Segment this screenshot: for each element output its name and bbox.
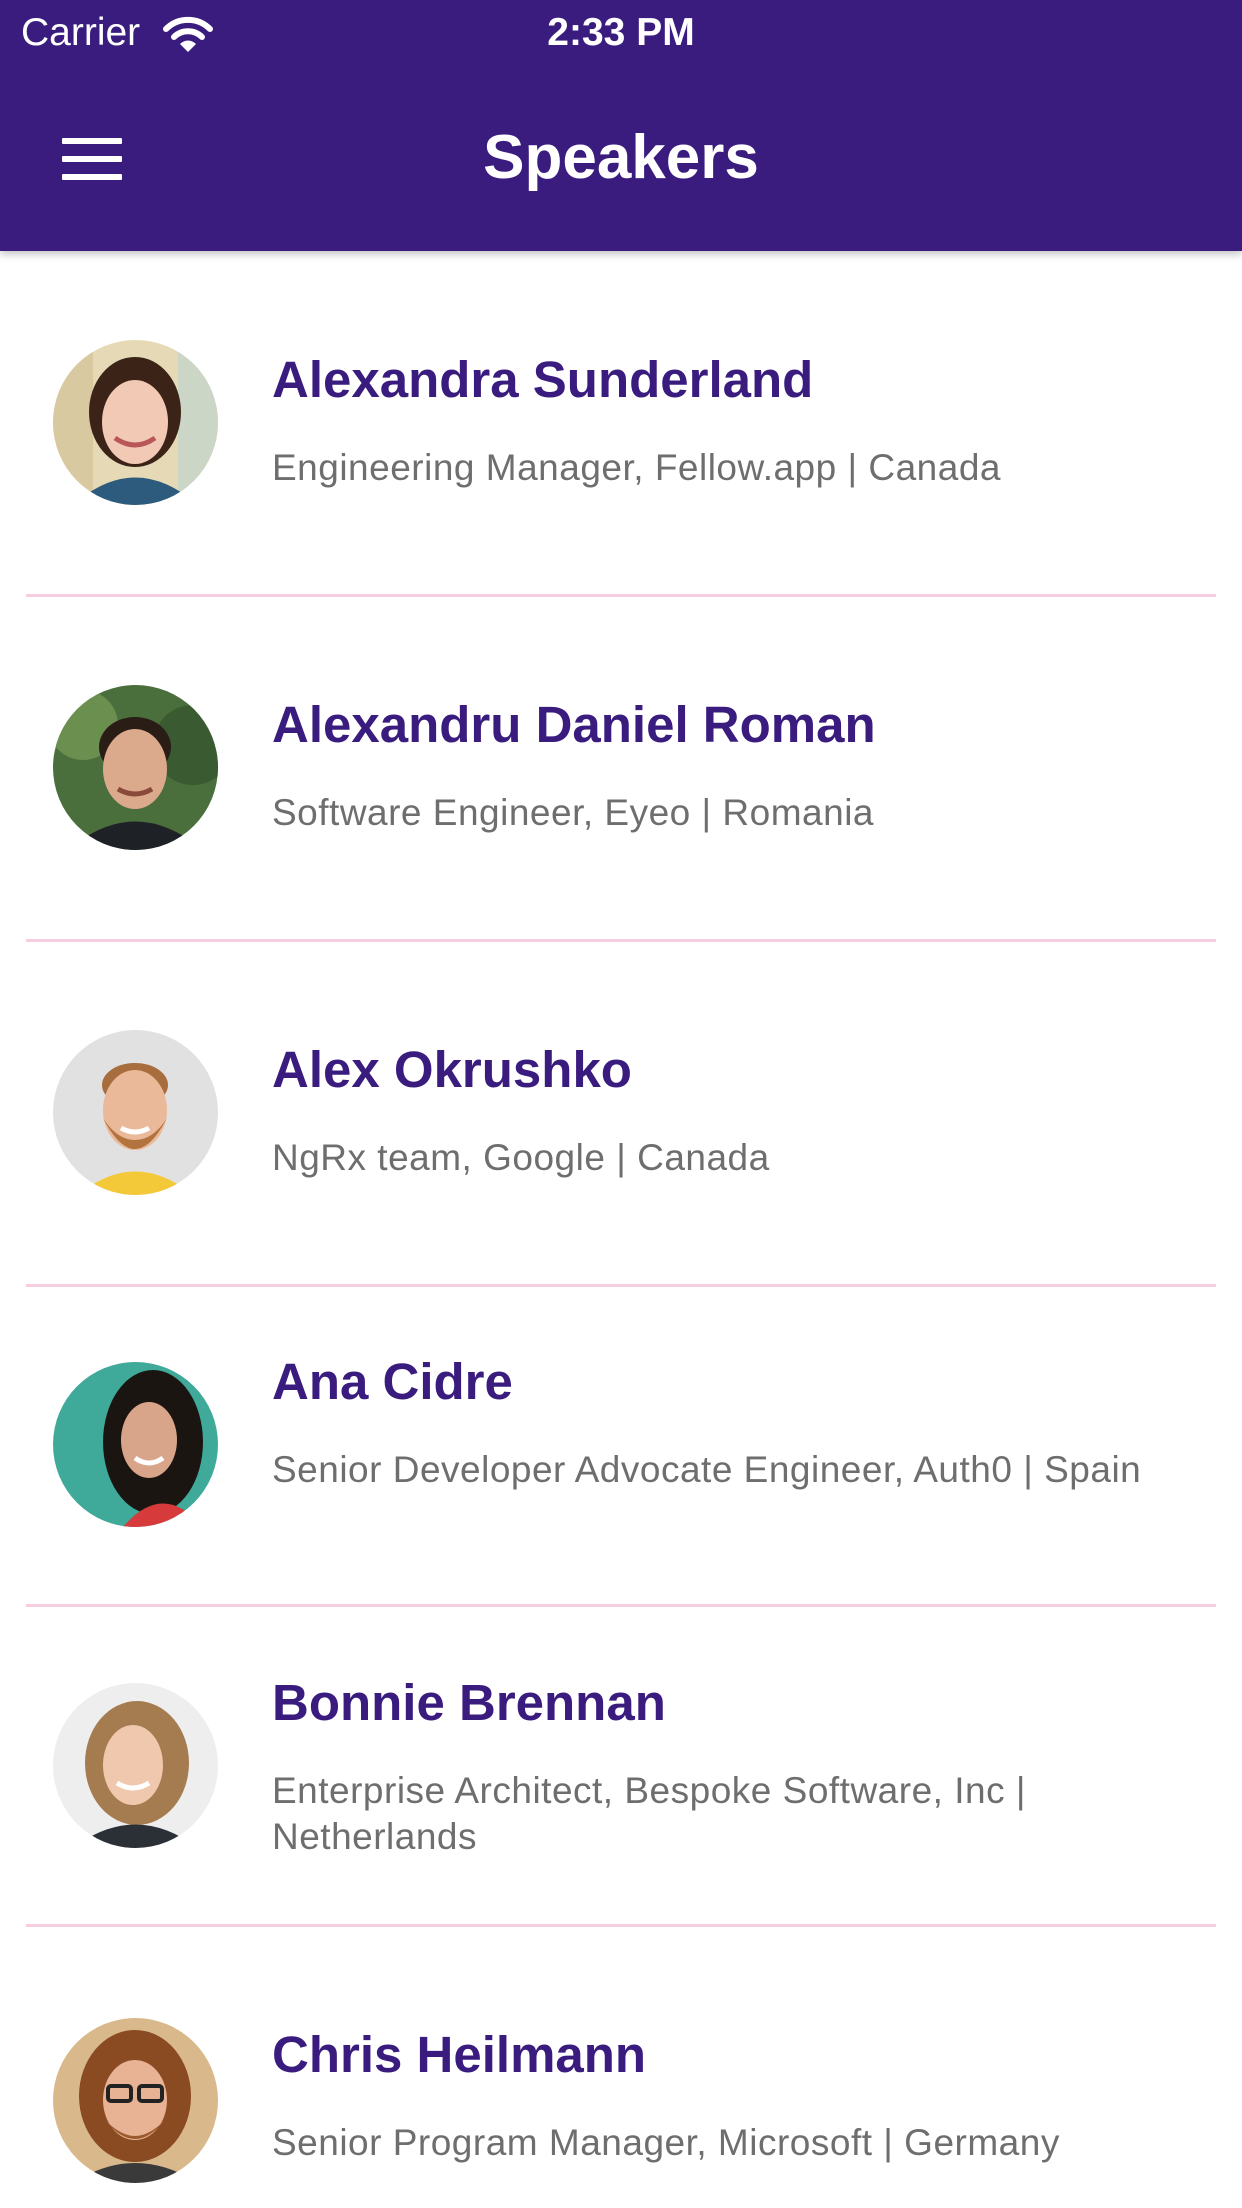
app-screen: Carrier 2:33 PM Speakers Alexandra Sunde… <box>0 0 1242 2208</box>
status-bar: Carrier 2:33 PM <box>0 0 1242 66</box>
speaker-subtitle: NgRx team, Google | Canada <box>272 1137 770 1178</box>
speaker-list-item[interactable]: Ana Cidre Senior Developer Advocate Engi… <box>0 1286 1242 1606</box>
speaker-name: Alexandru Daniel Roman <box>272 696 876 753</box>
speaker-list-item[interactable]: Alex Okrushko NgRx team, Google | Canada <box>0 941 1242 1286</box>
speaker-list-item[interactable]: Bonnie Brennan Enterprise Architect, Bes… <box>0 1606 1242 1926</box>
speaker-avatar <box>53 1362 218 1527</box>
speaker-name: Alex Okrushko <box>272 1041 632 1098</box>
speaker-avatar <box>53 1030 218 1195</box>
speaker-subtitle: Enterprise Architect, Bespoke Software, … <box>272 1770 1026 1857</box>
page-title: Speakers <box>483 123 759 192</box>
speaker-name: Alexandra Sunderland <box>272 351 814 408</box>
status-time: 2:33 PM <box>547 11 695 54</box>
speaker-avatar <box>53 1683 218 1848</box>
speaker-list-item[interactable]: Chris Heilmann Senior Program Manager, M… <box>0 1926 1242 2208</box>
speaker-subtitle: Senior Program Manager, Microsoft | Germ… <box>272 2122 1060 2163</box>
speaker-list-item[interactable]: Alexandru Daniel Roman Software Engineer… <box>0 596 1242 941</box>
speaker-avatar <box>53 2018 218 2183</box>
speaker-name: Chris Heilmann <box>272 2026 647 2083</box>
speaker-avatar <box>53 685 218 850</box>
app-header: Carrier 2:33 PM Speakers <box>0 0 1242 251</box>
speaker-list-item[interactable]: Alexandra Sunderland Engineering Manager… <box>0 251 1242 596</box>
speaker-subtitle: Software Engineer, Eyeo | Romania <box>272 792 874 833</box>
speaker-subtitle: Senior Developer Advocate Engineer, Auth… <box>272 1449 1142 1490</box>
speaker-subtitle: Engineering Manager, Fellow.app | Canada <box>272 447 1001 488</box>
speaker-name: Bonnie Brennan <box>272 1674 666 1731</box>
speaker-name: Ana Cidre <box>272 1353 513 1410</box>
speaker-avatar <box>53 340 218 505</box>
